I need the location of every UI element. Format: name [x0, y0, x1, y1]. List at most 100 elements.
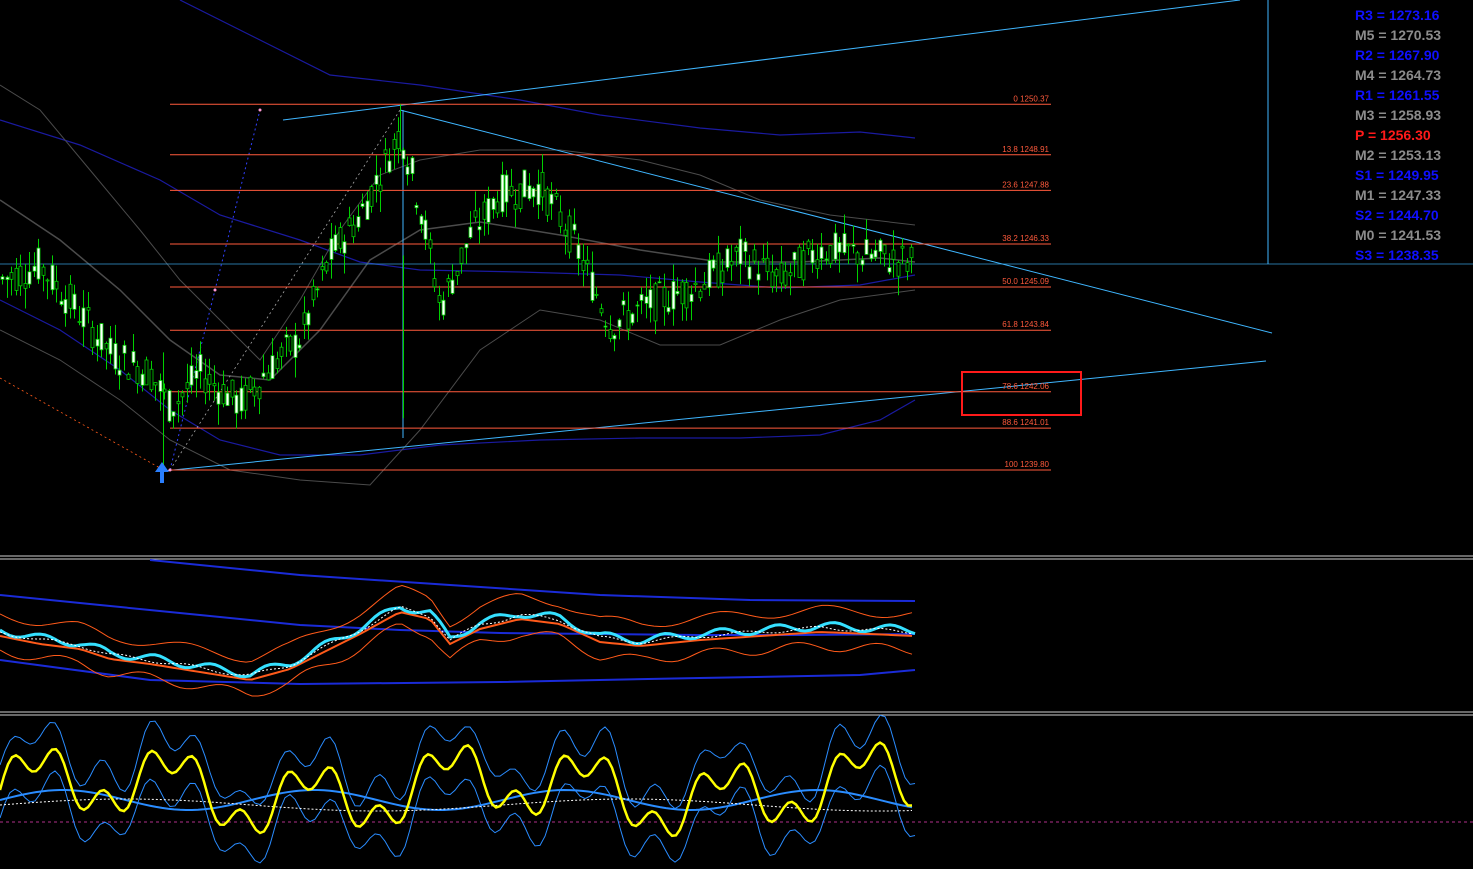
candle-body [387, 160, 392, 173]
candle-body [635, 304, 640, 307]
candle-body [68, 283, 73, 309]
candle-body [644, 296, 649, 304]
candle-body [428, 239, 433, 249]
candle-body [356, 216, 361, 228]
candle-body [140, 373, 145, 386]
fibonacci-levels: 0 1250.37 13.8 1248.91 23.6 1247.88 38.2 12… [168, 94, 1051, 472]
candle-body [5, 276, 10, 281]
candle-body [18, 265, 23, 287]
pivot-label: S3 = 1238.35 [1355, 247, 1439, 263]
pivot-label: M5 = 1270.53 [1355, 27, 1441, 43]
candle-body [113, 343, 118, 370]
fib-level-label: 61.8 1243.84 [1002, 320, 1049, 329]
candle-body [896, 261, 901, 277]
candle-body [266, 372, 271, 381]
fib-level-label: 13.8 1248.91 [1002, 145, 1049, 154]
candle-body [869, 253, 874, 260]
candle-body [765, 257, 770, 273]
candle-body [338, 227, 343, 249]
candle-body [882, 244, 887, 255]
candle-body [41, 266, 46, 276]
candle-body [468, 226, 473, 238]
candle-body [639, 294, 644, 301]
pivot-label: S2 = 1244.70 [1355, 207, 1439, 223]
candle-body [725, 248, 730, 268]
candle-body [594, 293, 599, 296]
candle-body [702, 283, 707, 290]
candle-body [720, 270, 725, 283]
candle-body [554, 193, 559, 197]
candle-body [482, 201, 487, 220]
candle-body [558, 211, 563, 227]
up-arrow-icon [155, 462, 169, 483]
candle-body [563, 229, 568, 236]
candle-body [32, 265, 37, 272]
candle-body [801, 250, 806, 281]
candle-body [27, 271, 32, 285]
fib-anchor-dot [168, 468, 172, 472]
candle-body [198, 354, 203, 372]
candle-body [315, 288, 320, 291]
candle-body [117, 369, 122, 376]
candle-body [752, 249, 757, 262]
upper-band [179, 0, 916, 139]
candle-body [135, 366, 140, 384]
candle-body [378, 184, 383, 192]
candle-body [770, 271, 775, 288]
candle-body [419, 215, 424, 225]
candle-body [243, 384, 248, 411]
candle-body [239, 387, 244, 412]
candle-body [495, 201, 500, 214]
candle-body [630, 313, 635, 324]
candle-body [432, 278, 437, 288]
candle-body [176, 400, 181, 405]
fib-level-label: 0 1250.37 [1013, 94, 1049, 103]
candle-body [347, 217, 352, 226]
candle-body [491, 198, 496, 210]
fib-level-label: 23.6 1247.88 [1002, 180, 1049, 189]
candle-body [842, 233, 847, 254]
candle-body [626, 310, 631, 330]
candle-body [279, 346, 284, 357]
candle-body [747, 266, 752, 280]
candle-body [599, 308, 604, 314]
oscillator-pane-1 [0, 559, 916, 697]
candle-body [612, 335, 617, 340]
candle-body [855, 252, 860, 265]
candle-body [905, 262, 910, 272]
candle-body [815, 259, 820, 269]
candle-body [72, 293, 77, 310]
ascending-trendline [162, 360, 1267, 472]
fib-level-label: 88.6 1241.01 [1002, 418, 1049, 427]
pivot-label: M3 = 1258.93 [1355, 107, 1441, 123]
candle-body [365, 200, 370, 220]
candle-body [320, 266, 325, 271]
candle-body [792, 251, 797, 261]
candle-body [698, 290, 703, 299]
candle-body [207, 373, 212, 385]
candle-body [392, 139, 397, 150]
highlight-box [961, 371, 1082, 416]
osc1-slow-line [0, 611, 913, 681]
trendlines [0, 0, 1473, 472]
candle-body [90, 327, 95, 349]
candle-body [887, 267, 892, 273]
candle-body [374, 174, 379, 185]
candle-body [860, 259, 865, 266]
candle-body [293, 334, 298, 358]
candle-body [783, 270, 788, 286]
candle-body [711, 259, 716, 269]
candle-body [617, 319, 622, 328]
candle-body [873, 249, 878, 258]
fib-anchor-dot [213, 288, 217, 292]
candle-body [441, 299, 446, 316]
candle-body [0, 276, 5, 280]
pivot-label: M4 = 1264.73 [1355, 67, 1441, 83]
candle-body [761, 258, 766, 261]
fib-level-label: 50.0 1245.09 [1002, 277, 1049, 286]
candle-body [329, 238, 334, 260]
candle-body [500, 174, 505, 213]
candle-body [185, 382, 190, 390]
candle-body [225, 392, 230, 406]
candle-body [509, 185, 514, 196]
